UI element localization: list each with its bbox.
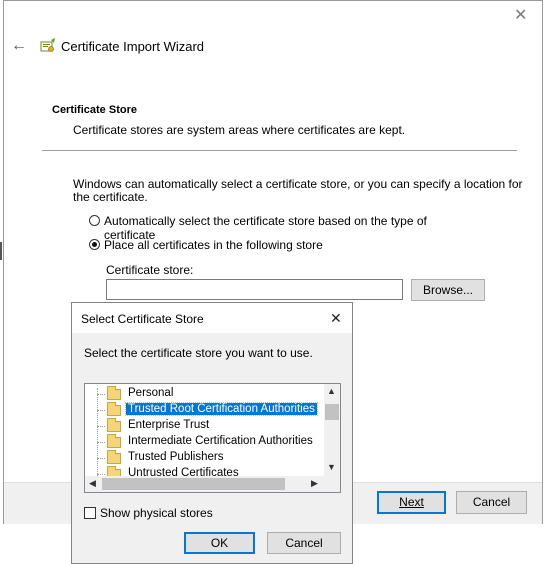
background-window-edge [0, 242, 2, 260]
radio-place-label[interactable]: Place all certificates in the following … [104, 238, 323, 252]
scroll-right-icon[interactable]: ▶ [311, 478, 318, 489]
certificate-store-field[interactable] [106, 279, 403, 300]
folder-icon [107, 418, 121, 432]
header-separator [42, 150, 517, 151]
tree-branch-line [97, 426, 105, 427]
tree-item-label[interactable]: Intermediate Certification Authorities [126, 435, 315, 447]
wizard-title: Certificate Import Wizard [61, 39, 205, 54]
folder-icon [107, 450, 121, 464]
radio-place-in-store[interactable]: Place all certificates in the following … [89, 238, 469, 254]
tree-branch-line [97, 394, 105, 395]
tree-vertical-scrollbar[interactable]: ▲ ▼ [324, 384, 340, 476]
tree-branch-line [97, 410, 105, 411]
scroll-up-icon[interactable]: ▲ [327, 386, 336, 396]
section-description: Certificate stores are system areas wher… [73, 123, 406, 137]
certificate-wizard-icon [39, 38, 56, 54]
tree-branch-line [97, 458, 105, 459]
tree-item[interactable]: Trusted Publishers [85, 450, 325, 466]
scroll-down-icon[interactable]: ▼ [327, 462, 336, 472]
show-physical-stores-label[interactable]: Show physical stores [100, 506, 213, 520]
tree-branch-line [97, 442, 105, 443]
horizontal-scroll-thumb[interactable] [102, 478, 285, 490]
back-arrow-icon[interactable]: ← [11, 38, 27, 54]
tree-horizontal-scrollbar[interactable]: ◀ ▶ [85, 476, 324, 492]
folder-icon [107, 434, 121, 448]
folder-icon [107, 402, 121, 416]
tree-item[interactable]: Enterprise Trust [85, 418, 325, 434]
dialog-cancel-button[interactable]: Cancel [267, 532, 341, 554]
dialog-close-icon[interactable]: ✕ [330, 310, 342, 326]
tree-item-label[interactable]: Trusted Publishers [126, 451, 225, 463]
certificate-store-label: Certificate store: [106, 263, 194, 277]
scroll-left-icon[interactable]: ◀ [89, 478, 96, 489]
vertical-scroll-thumb[interactable] [325, 404, 339, 420]
tree-item-label[interactable]: Personal [126, 387, 175, 399]
wizard-cancel-button[interactable]: Cancel [456, 491, 527, 514]
section-title: Certificate Store [52, 104, 137, 116]
tree-item[interactable]: Personal [85, 386, 325, 402]
tree-branch-line [97, 474, 105, 475]
dialog-prompt: Select the certificate store you want to… [84, 346, 313, 360]
radio-auto-select[interactable]: Automatically select the certificate sto… [89, 214, 469, 242]
next-button[interactable]: Next [377, 491, 446, 514]
intro-text-line1: Windows can automatically select a certi… [73, 177, 523, 191]
dialog-title: Select Certificate Store [81, 312, 204, 326]
close-icon[interactable]: ✕ [514, 8, 527, 24]
browse-button[interactable]: Browse... [411, 279, 485, 301]
scrollbar-corner [324, 476, 340, 492]
tree-item-label[interactable]: Enterprise Trust [126, 419, 211, 431]
tree-item-selected[interactable]: Trusted Root Certification Authorities [85, 402, 325, 418]
radio-button-checked[interactable] [89, 239, 100, 250]
tree-item[interactable]: Intermediate Certification Authorities [85, 434, 325, 450]
radio-button-unchecked[interactable] [89, 215, 100, 226]
folder-icon [107, 386, 121, 400]
tree-item-label[interactable]: Trusted Root Certification Authorities [125, 402, 318, 416]
checkbox-box[interactable] [84, 507, 96, 519]
show-physical-stores-checkbox[interactable]: Show physical stores [84, 506, 244, 522]
ok-button[interactable]: OK [184, 532, 255, 554]
intro-text-line2: the certificate. [73, 190, 148, 204]
next-button-label: Next [399, 495, 424, 509]
